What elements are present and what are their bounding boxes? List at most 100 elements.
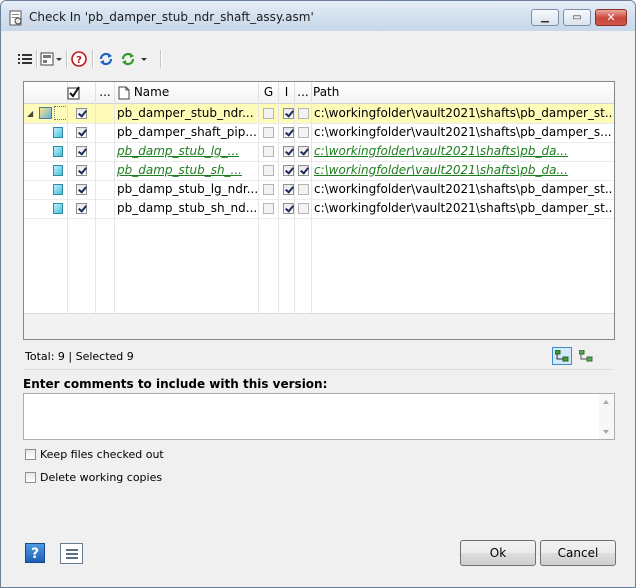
file-name-cell: pb_damp_stub_lg_... — [117, 142, 257, 161]
column-g-cell[interactable] — [262, 123, 276, 142]
comment-label: Enter comments to include with this vers… — [23, 377, 328, 391]
column-x-cell[interactable] — [297, 123, 311, 142]
column-g-checkbox[interactable] — [263, 146, 274, 157]
comment-textarea[interactable] — [23, 393, 615, 440]
settings-list-button[interactable] — [60, 543, 83, 564]
row-checkbox[interactable] — [76, 165, 87, 176]
hierarchy-icon — [579, 350, 593, 362]
column-g-cell[interactable] — [262, 104, 276, 123]
tree-view-button[interactable] — [552, 347, 572, 365]
delete-working-copies-option[interactable]: Delete working copies — [25, 471, 162, 484]
column-i-checkbox[interactable] — [283, 108, 294, 119]
minimize-button[interactable]: ▁ — [531, 9, 559, 26]
table-row[interactable]: pb_damp_stub_sh_... c:\workingfolder\vaul… — [24, 161, 614, 180]
column-x-checkbox[interactable] — [298, 127, 309, 138]
cancel-button[interactable]: Cancel — [540, 540, 616, 566]
row-checkbox[interactable] — [76, 203, 87, 214]
status-text: Total: 9 | Selected 9 — [25, 350, 134, 363]
header-i-column[interactable]: I — [279, 82, 295, 103]
row-checkbox[interactable] — [76, 108, 87, 119]
help-toolbar-button[interactable]: ? — [71, 48, 87, 70]
row-check-cell[interactable] — [68, 142, 95, 161]
file-name-cell: pb_damp_stub_sh_... — [117, 161, 257, 180]
expand-arrow-icon[interactable]: ◢ — [27, 104, 33, 123]
file-path-cell: c:\workingfolder\vault2021\shafts\pb_dam… — [314, 104, 612, 123]
file-name-cell: pb_damp_stub_sh_nd... — [117, 199, 257, 218]
column-i-checkbox[interactable] — [283, 165, 294, 176]
column-x-cell[interactable] — [297, 180, 311, 199]
help-button[interactable]: ? — [25, 543, 45, 563]
header-path-column[interactable]: Path — [313, 82, 613, 103]
row-checkbox[interactable] — [76, 184, 87, 195]
flat-view-button[interactable] — [576, 347, 596, 365]
toolbar-separator — [66, 50, 68, 68]
layout-dropdown-button[interactable] — [40, 48, 62, 70]
row-check-cell[interactable] — [68, 199, 95, 218]
row-checkbox[interactable] — [76, 146, 87, 157]
grid-divider — [67, 103, 68, 339]
row-check-cell[interactable] — [68, 123, 95, 142]
tree-view-icon — [555, 350, 569, 362]
help-circle-icon: ? — [71, 51, 87, 67]
column-i-checkbox[interactable] — [283, 184, 294, 195]
svg-text:?: ? — [76, 55, 82, 66]
column-g-checkbox[interactable] — [263, 127, 274, 138]
keep-checked-out-option[interactable]: Keep files checked out — [25, 448, 164, 461]
column-g-cell[interactable] — [262, 180, 276, 199]
row-checkbox[interactable] — [76, 127, 87, 138]
table-row[interactable]: ◢ pb_damper_stub_ndr... c:\workingfolder\v… — [24, 104, 614, 123]
file-path: c:\workingfolder\vault2021\shafts\pb_dam… — [314, 106, 612, 120]
list-view-button[interactable] — [18, 48, 32, 70]
dialog-body: ? ... Name G I ... Path ◢ pb_damper_stub… — [8, 31, 628, 580]
refresh-dropdown-button[interactable] — [120, 48, 147, 70]
header-dots-column[interactable]: ... — [96, 82, 115, 103]
column-g-checkbox[interactable] — [263, 165, 274, 176]
column-x-cell[interactable] — [297, 104, 311, 123]
column-g-checkbox[interactable] — [263, 184, 274, 195]
column-x-checkbox[interactable] — [298, 165, 309, 176]
column-x-checkbox[interactable] — [298, 146, 309, 157]
column-x-cell[interactable] — [297, 142, 311, 161]
title-bar[interactable]: Check In 'pb_damper_stub_ndr_shaft_assy.… — [1, 1, 635, 31]
column-g-cell[interactable] — [262, 142, 276, 161]
header-name-column[interactable]: Name — [115, 82, 259, 103]
refresh-icon — [99, 52, 113, 66]
close-button[interactable]: ✕ — [595, 9, 627, 26]
column-x-cell[interactable] — [297, 161, 311, 180]
comment-scrollbar[interactable] — [599, 394, 614, 439]
column-i-checkbox[interactable] — [283, 127, 294, 138]
row-check-cell[interactable] — [68, 104, 95, 123]
maximize-button[interactable]: ▭ — [563, 9, 591, 26]
column-g-cell[interactable] — [262, 161, 276, 180]
column-x-cell[interactable] — [297, 199, 311, 218]
column-i-checkbox[interactable] — [283, 146, 294, 157]
column-g-cell[interactable] — [262, 199, 276, 218]
column-x-checkbox[interactable] — [298, 184, 309, 195]
tree-cell — [24, 180, 67, 199]
delete-working-copies-checkbox[interactable] — [25, 472, 36, 483]
table-row[interactable]: pb_damp_stub_lg_ndr... c:\workingfolder\v… — [24, 180, 614, 199]
header-dots2-column[interactable]: ... — [295, 82, 312, 103]
list-line — [66, 557, 78, 559]
table-row[interactable]: pb_damp_stub_lg_... c:\workingfolder\vaul… — [24, 142, 614, 161]
column-x-checkbox[interactable] — [298, 203, 309, 214]
header-g-column[interactable]: G — [259, 82, 279, 103]
table-row[interactable]: pb_damper_shaft_pip... c:\workingfolder\v… — [24, 123, 614, 142]
row-check-cell[interactable] — [68, 180, 95, 199]
keep-checked-out-checkbox[interactable] — [25, 449, 36, 460]
column-g-checkbox[interactable] — [263, 203, 274, 214]
grid-divider — [294, 103, 295, 339]
refresh-button[interactable] — [98, 48, 114, 70]
column-g-checkbox[interactable] — [263, 108, 274, 119]
ok-button[interactable]: Ok — [460, 540, 536, 566]
header-check-column[interactable] — [52, 82, 96, 103]
grid-divider — [114, 103, 115, 339]
row-check-cell[interactable] — [68, 161, 95, 180]
column-x-checkbox[interactable] — [298, 108, 309, 119]
part-file-icon — [53, 184, 63, 195]
grid-divider — [95, 103, 96, 339]
keep-checked-out-label: Keep files checked out — [40, 448, 164, 461]
column-i-checkbox[interactable] — [283, 203, 294, 214]
file-name: pb_damper_stub_ndr... — [117, 106, 254, 120]
table-row[interactable]: pb_damp_stub_sh_nd... c:\workingfolder\va… — [24, 199, 614, 218]
